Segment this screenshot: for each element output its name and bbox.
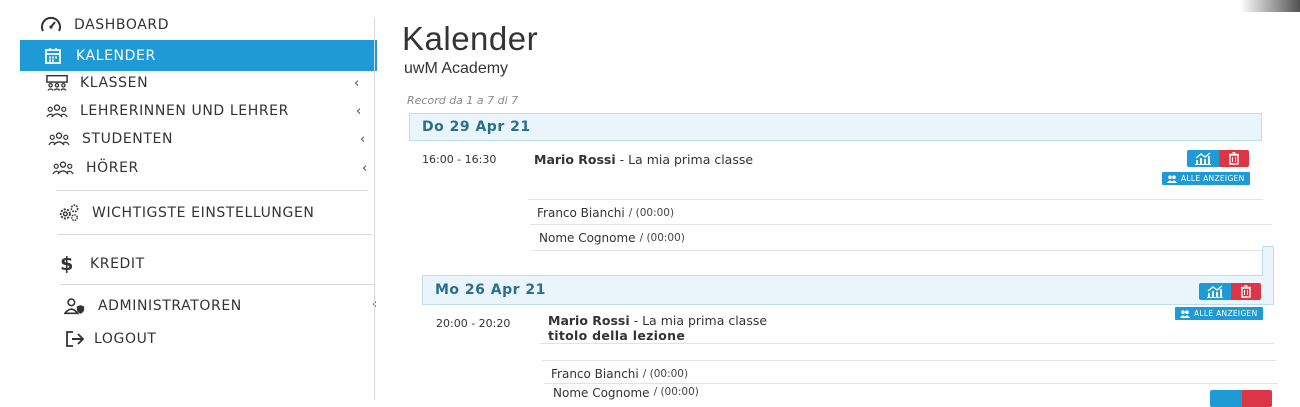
page-subtitle: uwM Academy (404, 60, 509, 77)
sidebar-item-einstellungen[interactable]: WICHTIGSTE EINSTELLUNGEN (58, 200, 314, 226)
sidebar-divider (58, 234, 372, 235)
logout-icon (64, 328, 86, 350)
lesson-info: Mario Rossi - La mia prima classe (534, 152, 753, 167)
classroom-icon (46, 72, 68, 94)
sidebar-item-hoerer[interactable]: HÖRER (52, 155, 139, 181)
lesson-info: Mario Rossi - La mia prima classe (548, 313, 767, 328)
sidebar-item-label: ADMINISTRATOREN (98, 298, 242, 314)
admin-user-shield-icon (64, 295, 86, 317)
sidebar-item-label: KREDIT (90, 256, 145, 272)
sidebar-item-label: KALENDER (76, 47, 156, 64)
students-group-icon (48, 128, 70, 150)
lesson-teacher: Mario Rossi (548, 313, 630, 328)
sidebar-divider (60, 284, 374, 285)
delete-button[interactable] (1231, 283, 1261, 300)
chevron-left-icon[interactable]: ‹ (360, 132, 365, 147)
sidebar-item-label: LEHRERINNEN UND LEHRER (80, 103, 289, 119)
day-header: Mo 26 Apr 21 (422, 275, 1274, 305)
sidebar-item-label: KLASSEN (80, 75, 149, 91)
settings-gears-icon (58, 202, 80, 224)
student-name: Nome Cognome (553, 386, 650, 400)
student-duration: / (00:00) (642, 367, 689, 380)
sidebar-divider (56, 190, 368, 191)
statistics-button[interactable] (1187, 150, 1219, 167)
lesson-actions (1187, 150, 1249, 167)
lesson-time: 16:00 - 16:30 (422, 153, 497, 166)
student-name: Nome Cognome (539, 230, 636, 245)
row-divider (531, 250, 1273, 251)
people-icon (1180, 309, 1190, 318)
dollar-icon: $ (60, 253, 74, 275)
lesson-actions (1210, 390, 1272, 407)
sidebar-item-label: LOGOUT (94, 331, 157, 347)
trash-icon (1241, 285, 1251, 298)
show-all-button[interactable]: ALLE ANZEIGEN (1162, 172, 1250, 185)
calendar-icon (42, 45, 64, 67)
teachers-group-icon (46, 100, 68, 122)
trash-icon (1229, 152, 1239, 165)
top-right-shadow (1240, 0, 1300, 12)
day-date: Do 29 Apr 21 (422, 119, 531, 135)
chart-icon (1195, 152, 1211, 165)
sidebar: DASHBOARD KALENDER KLASSEN ‹ LEHRERINNEN… (0, 0, 378, 400)
student-row: Nome Cognome / (00:00) (544, 383, 1278, 400)
sidebar-item-label: WICHTIGSTE EINSTELLUNGEN (92, 205, 315, 221)
sidebar-item-kalender[interactable]: KALENDER (20, 40, 377, 71)
student-name: Franco Bianchi (537, 205, 625, 220)
listeners-group-icon (52, 157, 74, 179)
student-name: Franco Bianchi (551, 366, 639, 381)
lesson-teacher: Mario Rossi (534, 152, 616, 167)
sidebar-item-lehrerinnen[interactable]: LEHRERINNEN UND LEHRER (46, 98, 289, 124)
student-duration: / (00:00) (653, 386, 699, 398)
lesson-title: titolo della lezione (548, 328, 686, 343)
day-header-edge (1262, 246, 1274, 276)
show-all-button[interactable]: ALLE ANZEIGEN (1175, 307, 1263, 320)
student-duration: / (00:00) (639, 231, 685, 244)
day-header: Do 29 Apr 21 (409, 113, 1262, 141)
delete-button[interactable] (1242, 390, 1272, 407)
lesson-actions (1199, 283, 1261, 300)
sidebar-item-logout[interactable]: LOGOUT (64, 326, 157, 352)
lesson-class: - La mia prima classe (629, 313, 768, 328)
people-icon (1167, 174, 1177, 183)
lesson-class: - La mia prima classe (615, 152, 754, 167)
lesson-time: 20:00 - 20:20 (436, 317, 511, 330)
sidebar-item-label: DASHBOARD (74, 17, 170, 33)
chevron-left-icon[interactable]: ‹ (356, 104, 361, 119)
sidebar-item-studenten[interactable]: STUDENTEN (48, 126, 173, 152)
sidebar-item-label: STUDENTEN (82, 131, 174, 147)
page-title: Kalender (402, 20, 539, 57)
chevron-left-icon[interactable]: ‹ (354, 76, 359, 91)
sidebar-item-kredit[interactable]: $ KREDIT (56, 251, 145, 277)
sidebar-item-administratoren[interactable]: ADMINISTRATOREN (64, 293, 242, 319)
statistics-button[interactable] (1210, 390, 1242, 407)
delete-button[interactable] (1219, 150, 1249, 167)
day-date: Mo 26 Apr 21 (435, 282, 546, 298)
student-duration: / (00:00) (628, 206, 675, 219)
sidebar-item-dashboard[interactable]: DASHBOARD (40, 12, 169, 38)
sidebar-item-klassen[interactable]: KLASSEN (46, 70, 148, 96)
student-row: Franco Bianchi / (00:00) (528, 199, 1263, 225)
chart-icon (1207, 285, 1223, 298)
sidebar-item-label: HÖRER (86, 160, 139, 176)
sidebar-border (374, 18, 375, 400)
row-divider (540, 343, 1274, 344)
record-count: Record da 1 a 7 di 7 (407, 94, 519, 107)
dashboard-gauge-icon (40, 14, 62, 36)
statistics-button[interactable] (1199, 283, 1231, 300)
chevron-left-icon[interactable]: ‹ (362, 161, 367, 176)
student-row: Nome Cognome / (00:00) (530, 224, 1272, 250)
